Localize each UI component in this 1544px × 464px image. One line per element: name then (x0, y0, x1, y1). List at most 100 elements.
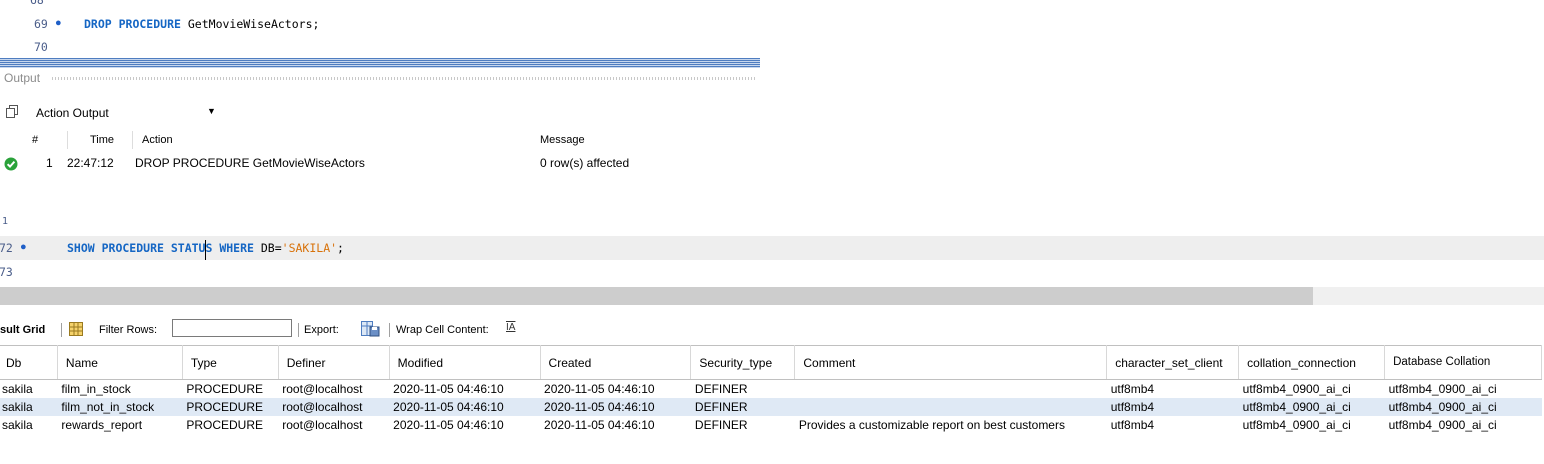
table-row[interactable]: sakila film_in_stock PROCEDURE root@localho… (0, 380, 1542, 399)
line-number: 1 (2, 216, 9, 227)
col-header-database-collation[interactable]: Database Collation (1384, 345, 1542, 380)
scrollbar-thumb[interactable] (0, 287, 1313, 305)
row-time: 22:47:12 (67, 156, 114, 170)
chevron-down-icon: ▼ (207, 106, 216, 116)
cell-collation-connection[interactable]: utf8mb4_0900_ai_ci (1238, 398, 1385, 416)
statement-marker-icon: ● (55, 17, 62, 29)
col-header-created[interactable]: Created (540, 345, 692, 380)
row-action: DROP PROCEDURE GetMovieWiseActors (135, 156, 365, 170)
col-header-comment[interactable]: Comment (794, 345, 1108, 380)
col-message[interactable]: Message (540, 134, 585, 146)
filter-rows-label: Filter Rows: (99, 324, 158, 336)
cell-database-collation[interactable]: utf8mb4_0900_ai_ci (1384, 398, 1542, 416)
row-num: 1 (46, 156, 53, 170)
horizontal-scrollbar[interactable] (0, 287, 1544, 305)
sql-keyword: SHOW PROCEDURE STATUS WHERE (67, 241, 254, 255)
line-number: 70 (34, 40, 48, 54)
cell-character-set-client[interactable]: utf8mb4 (1107, 380, 1239, 399)
export-label: Export: (304, 324, 339, 336)
cell-type[interactable]: PROCEDURE (182, 416, 278, 434)
cell-created[interactable]: 2020-11-05 04:46:10 (540, 416, 691, 434)
cell-character-set-client[interactable]: utf8mb4 (1107, 416, 1239, 434)
result-grid: Db Name Type Definer Modified Created Se… (0, 345, 1542, 434)
cell-character-set-client[interactable]: utf8mb4 (1106, 398, 1239, 416)
result-grid-tab[interactable]: sult Grid (0, 324, 45, 336)
grid-header-row: Db Name Type Definer Modified Created Se… (0, 345, 1542, 380)
sql-string: 'SAKILA' (281, 241, 338, 255)
cell-created[interactable]: 2020-11-05 04:46:10 (540, 380, 691, 399)
panel-grip[interactable] (52, 77, 756, 80)
line-number: 69 (34, 17, 48, 31)
sql-statement-drop[interactable]: DROP PROCEDURE GetMovieWiseActors; (84, 17, 319, 31)
cell-db[interactable]: sakila (0, 416, 57, 434)
col-header-type[interactable]: Type (182, 345, 279, 380)
output-table-header: # Time Action Message (0, 131, 760, 149)
col-header-security-type[interactable]: Security_type (690, 345, 796, 380)
cell-type[interactable]: PROCEDURE (182, 398, 279, 416)
table-row[interactable]: sakila rewards_report PROCEDURE root@localh… (0, 416, 1542, 434)
output-row[interactable]: 1 22:47:12 DROP PROCEDURE GetMovieWiseAc… (0, 154, 760, 174)
cell-definer[interactable]: root@localhost (278, 380, 389, 399)
line-number: 68 (30, 0, 44, 7)
sql-editor-top[interactable]: 68 69 ● DROP PROCEDURE GetMovieWiseActor… (0, 0, 760, 58)
cell-collation-connection[interactable]: utf8mb4_0900_ai_ci (1239, 380, 1385, 399)
line-number: 72 (0, 241, 13, 255)
cell-name[interactable]: rewards_report (57, 416, 182, 434)
output-panel-header: Output (0, 70, 760, 86)
statement-marker-icon: ● (20, 241, 27, 253)
cell-created[interactable]: 2020-11-05 04:46:10 (540, 398, 691, 416)
output-title: Output (4, 71, 41, 85)
success-icon (4, 157, 18, 171)
cell-db[interactable]: sakila (0, 380, 57, 399)
cell-database-collation[interactable]: utf8mb4_0900_ai_ci (1385, 380, 1542, 399)
col-header-character-set-client[interactable]: character_set_client (1106, 345, 1240, 380)
panel-splitter[interactable] (0, 58, 760, 68)
cell-comment[interactable] (794, 398, 1107, 416)
col-header-modified[interactable]: Modified (389, 345, 541, 380)
export-icon[interactable] (361, 321, 380, 337)
wrap-text-icon[interactable]: IA (506, 322, 515, 333)
toolbar-separator (389, 323, 390, 337)
col-header-name[interactable]: Name (57, 345, 183, 380)
column-divider (132, 131, 133, 149)
grid-body: sakila film_in_stock PROCEDURE root@localho… (0, 380, 1542, 435)
cell-modified[interactable]: 2020-11-05 04:46:10 (389, 380, 540, 399)
grid-icon[interactable] (69, 322, 83, 336)
cell-comment[interactable]: Provides a customizable report on best c… (795, 416, 1107, 434)
col-num[interactable]: # (32, 134, 38, 146)
sql-keyword: DROP PROCEDURE (84, 17, 181, 31)
col-action[interactable]: Action (142, 134, 173, 146)
cell-comment[interactable] (795, 380, 1107, 399)
filter-rows-input[interactable] (172, 319, 292, 337)
cell-security-type[interactable]: DEFINER (691, 416, 795, 434)
cell-modified[interactable]: 2020-11-05 04:46:10 (389, 398, 541, 416)
cell-db[interactable]: sakila (0, 398, 58, 416)
cell-name[interactable]: film_in_stock (57, 380, 182, 399)
copy-icon[interactable] (6, 105, 18, 118)
cell-database-collation[interactable]: utf8mb4_0900_ai_ci (1385, 416, 1542, 434)
cell-definer[interactable]: root@localhost (278, 398, 390, 416)
line-number: 73 (0, 265, 13, 279)
table-row[interactable]: sakila film_not_in_stock PROCEDURE root@loc… (0, 398, 1542, 416)
action-output-dropdown[interactable]: Action Output ▼ (30, 102, 222, 122)
text-cursor (205, 240, 206, 260)
cell-type[interactable]: PROCEDURE (182, 380, 278, 399)
column-divider (67, 131, 68, 149)
col-header-definer[interactable]: Definer (278, 345, 390, 380)
output-toolbar: Action Output ▼ (0, 100, 760, 126)
cell-collation-connection[interactable]: utf8mb4_0900_ai_ci (1239, 416, 1385, 434)
sql-text: DB= (260, 241, 282, 255)
toolbar-separator (61, 323, 62, 337)
cell-name[interactable]: film_not_in_stock (57, 398, 183, 416)
col-time[interactable]: Time (90, 134, 114, 146)
row-message: 0 row(s) affected (540, 156, 630, 170)
cell-modified[interactable]: 2020-11-05 04:46:10 (389, 416, 540, 434)
cell-definer[interactable]: root@localhost (278, 416, 389, 434)
wrap-cell-label: Wrap Cell Content: (396, 324, 489, 336)
cell-security-type[interactable]: DEFINER (690, 398, 795, 416)
col-header-db[interactable]: Db (0, 345, 58, 380)
cell-security-type[interactable]: DEFINER (691, 380, 795, 399)
col-header-collation-connection[interactable]: collation_connection (1238, 345, 1386, 380)
sql-text: ; (337, 241, 344, 255)
result-toolbar: sult Grid Filter Rows: Export: Wrap Cell… (0, 318, 1544, 342)
